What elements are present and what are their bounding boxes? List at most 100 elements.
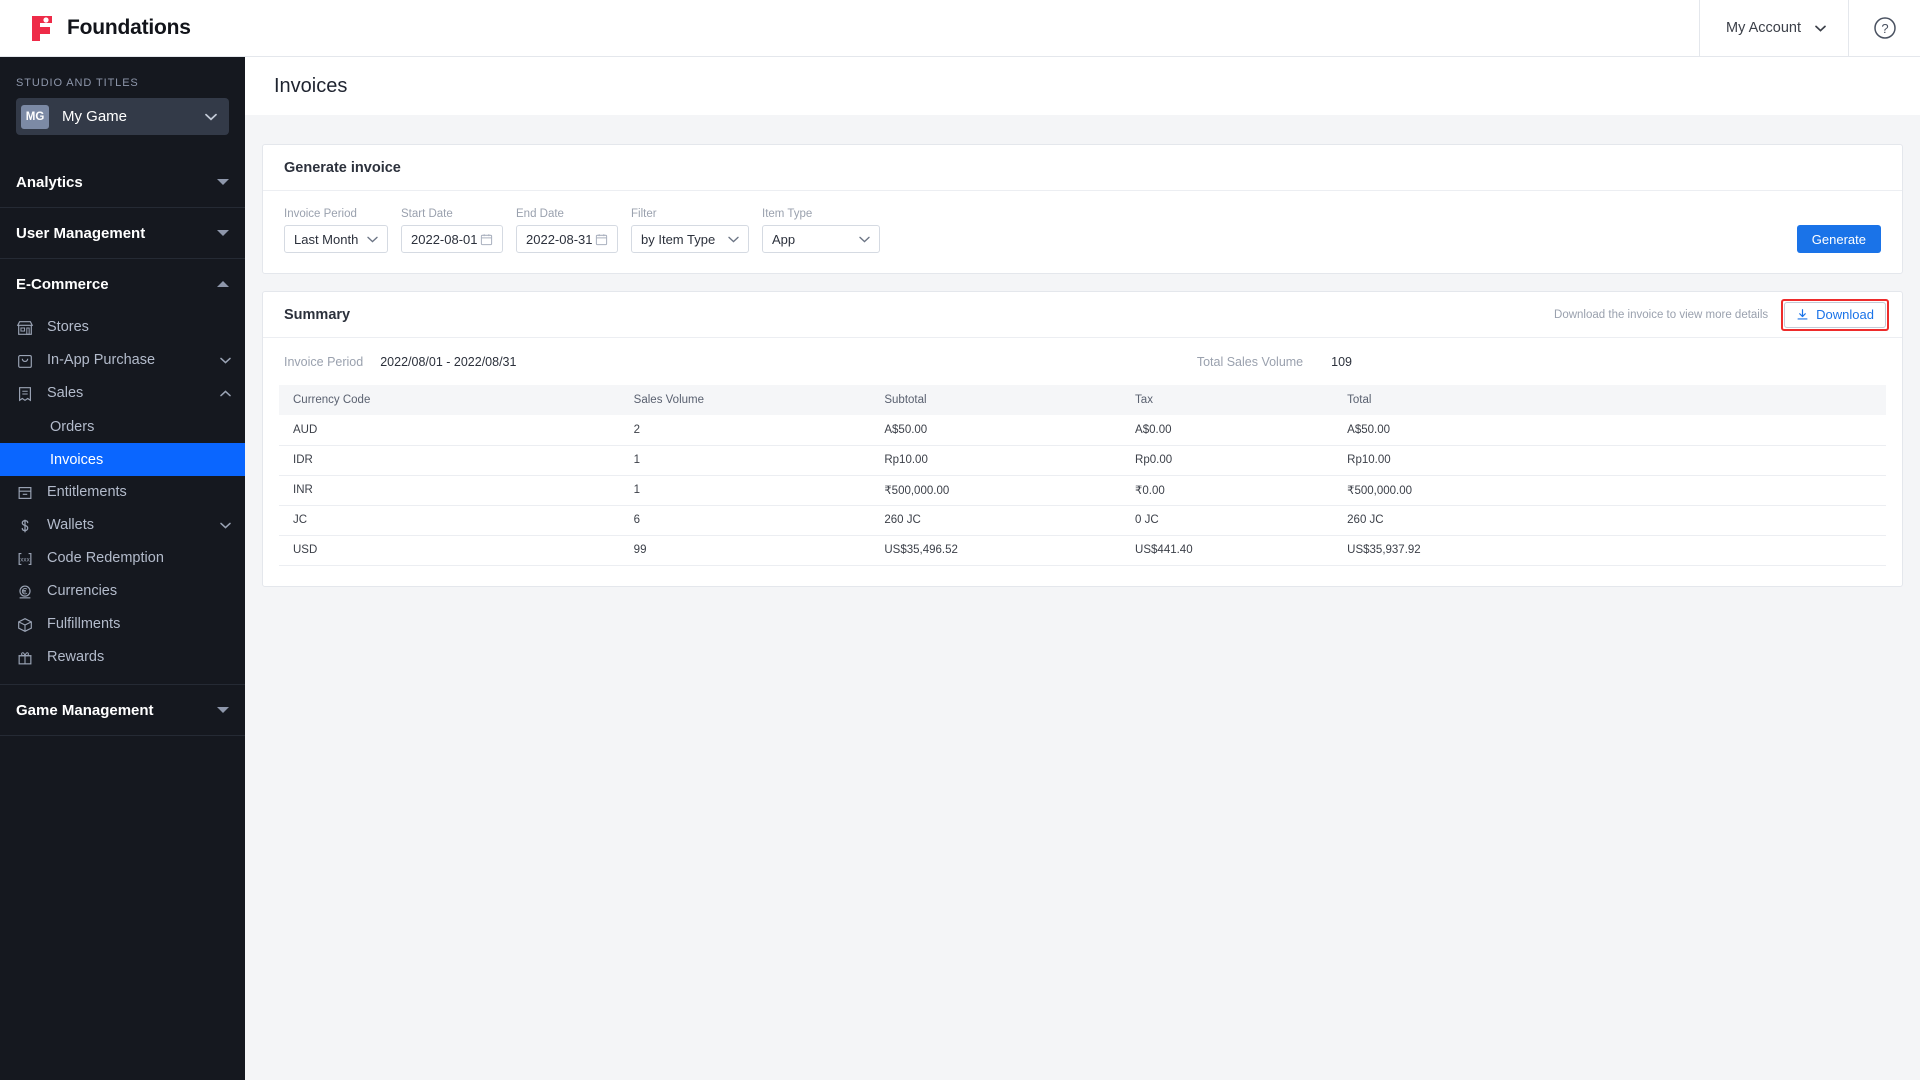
sidebar-item-label: Sales — [47, 385, 84, 402]
sidebar-item-sales[interactable]: Sales — [0, 377, 245, 410]
cell-currency-code: AUD — [279, 415, 620, 446]
sidebar-item-label: In-App Purchase — [47, 352, 156, 369]
invoice-period-label: Invoice Period — [284, 208, 357, 220]
item-type-value: App — [772, 231, 796, 247]
nav-group-label: E-Commerce — [16, 275, 109, 293]
top-bar: Foundations My Account ? — [0, 0, 1920, 57]
cell-total: ₹500,000.00 — [1333, 475, 1886, 506]
sidebar-item-currencies[interactable]: Currencies — [0, 575, 245, 608]
chevron-down-icon — [217, 230, 229, 236]
cell-sales-volume: 6 — [619, 505, 871, 536]
invoice-period-select[interactable]: Last Month — [284, 225, 388, 253]
cell-tax: 0 JC — [1121, 505, 1334, 536]
nav-group-user-management: User Management — [0, 208, 245, 259]
chevron-up-icon — [220, 390, 231, 397]
generate-invoice-form: Invoice Period Last Month Start Date 202… — [263, 191, 1902, 273]
nav-group-analytics: Analytics — [0, 157, 245, 208]
box-icon — [18, 617, 32, 632]
account-menu-label: My Account — [1726, 20, 1801, 36]
cell-sales-volume: 1 — [619, 475, 871, 506]
account-menu-button[interactable]: My Account — [1699, 0, 1848, 57]
cell-subtotal: 260 JC — [870, 505, 1122, 536]
start-date-field: Start Date 2022-08-01 — [401, 208, 503, 253]
receipt-icon — [19, 386, 31, 401]
dollar-icon — [21, 519, 29, 532]
start-date-input[interactable]: 2022-08-01 — [401, 225, 503, 253]
sidebar-item-entitlements[interactable]: Entitlements — [0, 476, 245, 509]
chevron-down-icon — [220, 522, 231, 529]
cell-tax: ₹0.00 — [1121, 475, 1334, 506]
top-bar-right: My Account ? — [1699, 0, 1920, 57]
chevron-down-icon — [220, 357, 231, 364]
total-sales-volume-meta: Total Sales Volume 109 — [1197, 355, 1881, 369]
chevron-up-icon — [217, 281, 229, 287]
cell-tax: US$441.40 — [1121, 535, 1334, 566]
cell-currency-code: USD — [279, 535, 620, 566]
chevron-down-icon — [205, 113, 217, 120]
page-title: Invoices — [274, 74, 348, 97]
sidebar-item-wallets[interactable]: Wallets — [0, 509, 245, 542]
summary-table-head: Currency Code Sales Volume Subtotal Tax … — [279, 385, 1886, 415]
question-circle-icon: ? — [1873, 17, 1896, 39]
sidebar-item-label: Stores — [47, 319, 89, 336]
chevron-down-icon — [859, 236, 870, 243]
sidebar-item-game-management[interactable]: Game Management — [0, 685, 245, 735]
sidebar-item-ecommerce[interactable]: E-Commerce — [0, 259, 245, 309]
end-date-input[interactable]: 2022-08-31 — [516, 225, 618, 253]
table-row: AUD 2 A$50.00 A$0.00 A$50.00 — [279, 415, 1886, 446]
end-date-value: 2022-08-31 — [526, 231, 593, 247]
sidebar-item-orders[interactable]: Orders — [0, 410, 245, 443]
table-row: JC 6 260 JC 0 JC 260 JC — [279, 505, 1886, 536]
filter-select[interactable]: by Item Type — [631, 225, 749, 253]
sidebar-item-rewards[interactable]: Rewards — [0, 641, 245, 674]
table-header-row: Currency Code Sales Volume Subtotal Tax … — [279, 385, 1886, 415]
ecommerce-item-list: Stores In-App Purchase Sales Orders Invo… — [0, 309, 245, 684]
end-date-label: End Date — [516, 208, 564, 220]
invoice-period-meta-value: 2022/08/01 - 2022/08/31 — [380, 355, 517, 369]
chevron-down-icon — [367, 236, 378, 243]
cell-subtotal: US$35,496.52 — [870, 535, 1122, 566]
summary-card: Summary Download the invoice to view mor… — [262, 291, 1903, 587]
nav-group-label: User Management — [16, 224, 146, 242]
cell-currency-code: JC — [279, 505, 620, 536]
sidebar-item-label: Code Redemption — [47, 550, 164, 567]
sidebar-item-invoices[interactable]: Invoices — [0, 443, 245, 476]
svg-text:xxx: xxx — [20, 556, 30, 563]
sidebar-item-stores[interactable]: Stores — [0, 311, 245, 344]
summary-meta: Invoice Period 2022/08/01 - 2022/08/31 T… — [263, 338, 1902, 385]
generate-button[interactable]: Generate — [1796, 225, 1881, 253]
download-icon — [1797, 309, 1808, 320]
table-row: IDR 1 Rp10.00 Rp0.00 Rp10.00 — [279, 445, 1886, 476]
chevron-down-icon — [1815, 25, 1826, 32]
svg-text:?: ? — [1881, 21, 1888, 36]
column-header-total: Total — [1333, 385, 1886, 415]
sidebar-item-in-app-purchase[interactable]: In-App Purchase — [0, 344, 245, 377]
nav-group-ecommerce: E-Commerce Stores In-App Purchase Sales … — [0, 259, 245, 685]
download-highlight: Download — [1781, 298, 1889, 331]
sidebar-item-fulfillments[interactable]: Fulfillments — [0, 608, 245, 641]
total-sales-volume-value: 109 — [1331, 355, 1352, 369]
brand-name: Foundations — [67, 16, 191, 39]
item-type-field: Item Type App — [762, 208, 880, 253]
sidebar-item-user-management[interactable]: User Management — [0, 208, 245, 258]
filter-label: Filter — [631, 208, 657, 220]
cell-subtotal: ₹500,000.00 — [870, 475, 1122, 506]
sidebar-item-label: Wallets — [47, 517, 94, 534]
sidebar-item-analytics[interactable]: Analytics — [0, 157, 245, 207]
code-icon: xxx — [18, 552, 32, 565]
game-selector[interactable]: MG My Game — [16, 98, 229, 135]
cell-currency-code: IDR — [279, 445, 620, 476]
help-button[interactable]: ? — [1848, 0, 1920, 57]
download-button[interactable]: Download — [1784, 301, 1886, 328]
brand: Foundations — [0, 14, 191, 42]
generate-invoice-header: Generate invoice — [263, 145, 1902, 191]
cell-sales-volume: 99 — [619, 535, 871, 566]
studio-section-label: STUDIO AND TITLES — [16, 77, 139, 89]
total-sales-volume-label: Total Sales Volume — [1196, 355, 1304, 369]
chevron-down-icon — [217, 707, 229, 713]
sidebar: STUDIO AND TITLES MG My Game Analytics U… — [0, 57, 245, 1080]
sidebar-item-code-redemption[interactable]: xxx Code Redemption — [0, 542, 245, 575]
end-date-field: End Date 2022-08-31 — [516, 208, 618, 253]
item-type-select[interactable]: App — [762, 225, 880, 253]
generate-invoice-title: Generate invoice — [284, 159, 401, 176]
